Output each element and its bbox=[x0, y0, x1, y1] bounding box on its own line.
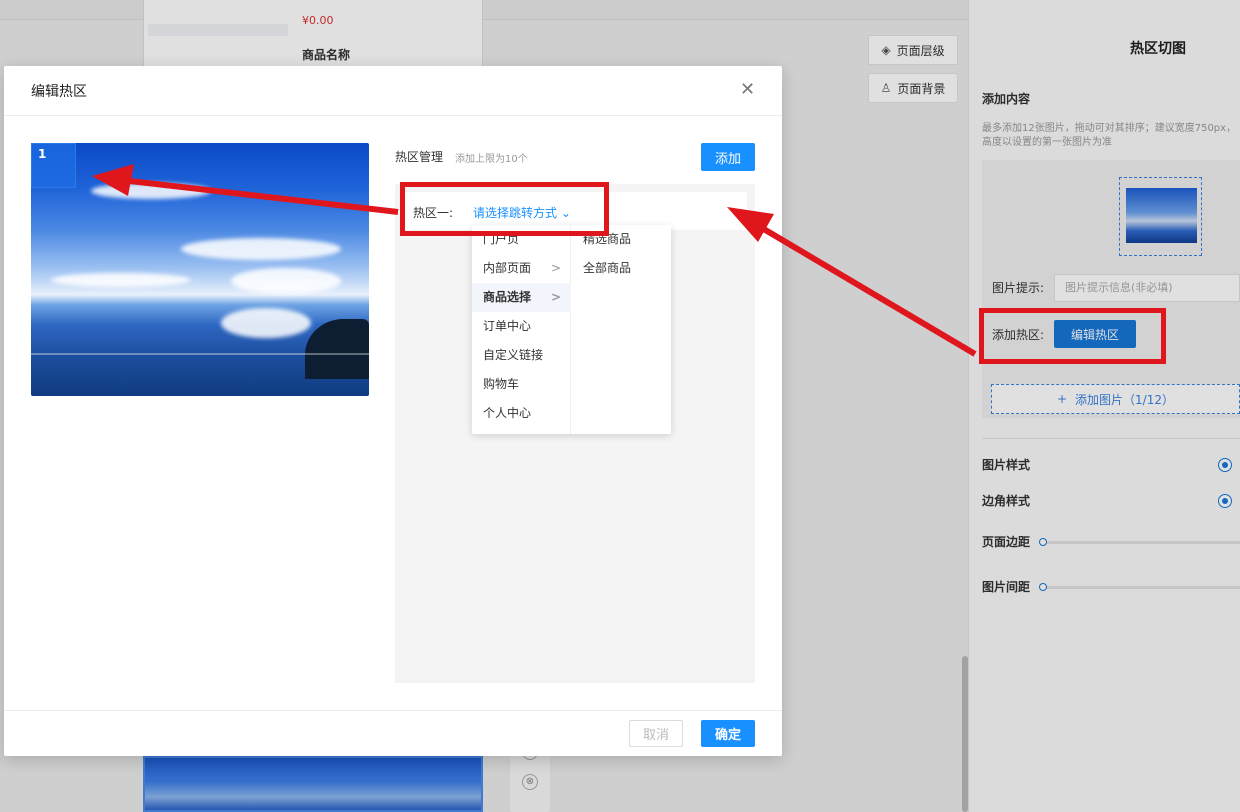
add-hotzone-button[interactable]: 添加 bbox=[701, 143, 755, 171]
cascader-option[interactable]: 订单中心 bbox=[472, 312, 571, 341]
island-silhouette bbox=[305, 319, 369, 379]
cascader-option-label: 自定义链接 bbox=[483, 348, 544, 362]
highlight-box-edit-hotzone bbox=[979, 308, 1166, 364]
hotzone-manage-limit: 添加上限为10个 bbox=[455, 154, 528, 165]
hotzone-manage-title: 热区管理 bbox=[395, 150, 444, 164]
close-icon[interactable]: ✕ bbox=[740, 80, 755, 100]
cascader-option[interactable]: 个人中心 bbox=[472, 399, 571, 428]
cloud-shape bbox=[231, 268, 341, 294]
jump-type-cascader: 门户页 内部页面 > 商品选择 > 订单中心 自定义链接 购物车 个人中心 精选商品 全部商品 bbox=[472, 225, 671, 434]
cascader-option-label: 内部页面 bbox=[483, 261, 532, 275]
hotzone-canvas-image[interactable] bbox=[31, 143, 369, 396]
chevron-right-icon: > bbox=[550, 261, 561, 275]
cascader-level1: 门户页 内部页面 > 商品选择 > 订单中心 自定义链接 购物车 个人中心 bbox=[472, 225, 571, 434]
cascader-option-label: 购物车 bbox=[483, 377, 520, 391]
cascader-level2: 精选商品 全部商品 bbox=[572, 225, 671, 434]
horizon-line bbox=[31, 353, 369, 355]
cascader-option[interactable]: 内部页面 > bbox=[472, 254, 571, 283]
cascader-option[interactable]: 商品选择 > bbox=[472, 283, 571, 312]
cancel-button[interactable]: 取消 bbox=[629, 720, 683, 747]
highlight-box-select bbox=[400, 182, 609, 236]
cascader-option[interactable]: 自定义链接 bbox=[472, 341, 571, 370]
cascader-option-label: 个人中心 bbox=[483, 406, 532, 420]
confirm-button[interactable]: 确定 bbox=[701, 720, 755, 747]
cascader-option-label: 订单中心 bbox=[483, 319, 532, 333]
modal-title: 编辑热区 bbox=[31, 84, 87, 100]
cloud-shape bbox=[91, 183, 211, 199]
hotzone-number: 1 bbox=[38, 147, 47, 161]
cascader-option-label: 商品选择 bbox=[483, 290, 532, 304]
cascader-option[interactable]: 购物车 bbox=[472, 370, 571, 399]
modal-header-divider bbox=[4, 115, 782, 116]
cascader-suboption[interactable]: 全部商品 bbox=[572, 254, 671, 283]
cloud-shape bbox=[51, 273, 191, 287]
cloud-shape bbox=[181, 238, 341, 260]
modal-footer-divider bbox=[4, 710, 782, 711]
chevron-right-icon: > bbox=[550, 290, 561, 304]
cloud-shape bbox=[221, 308, 311, 338]
hotzone-box[interactable]: 1 bbox=[31, 143, 76, 188]
